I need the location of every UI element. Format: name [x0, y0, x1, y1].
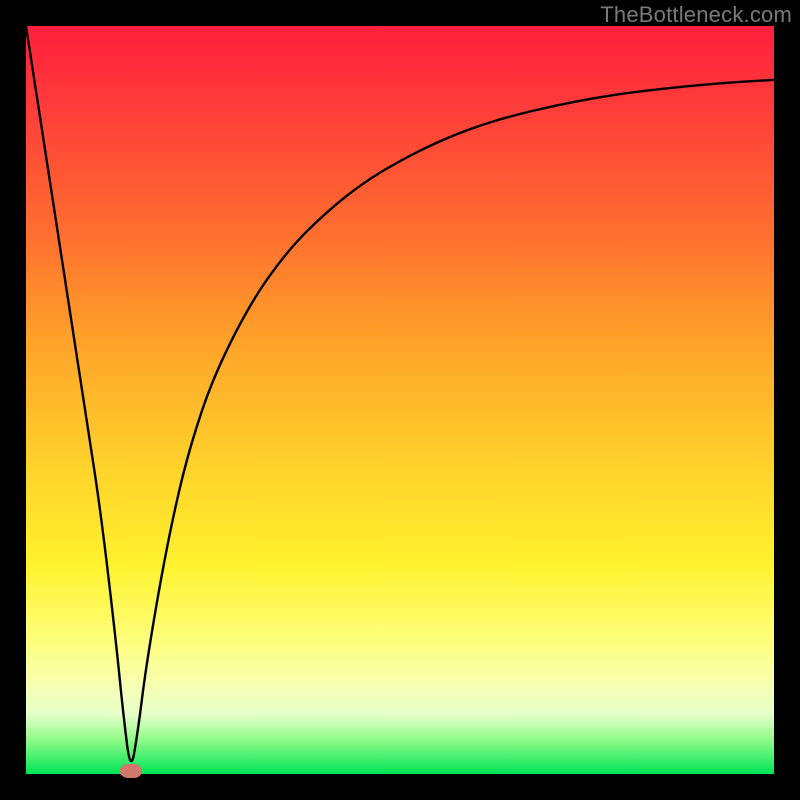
minimum-marker: [120, 764, 142, 778]
chart-frame: TheBottleneck.com: [0, 0, 800, 800]
curve-svg: [26, 26, 774, 774]
bottleneck-curve: [26, 26, 774, 761]
watermark-text: TheBottleneck.com: [600, 2, 792, 28]
plot-area: [26, 26, 774, 774]
